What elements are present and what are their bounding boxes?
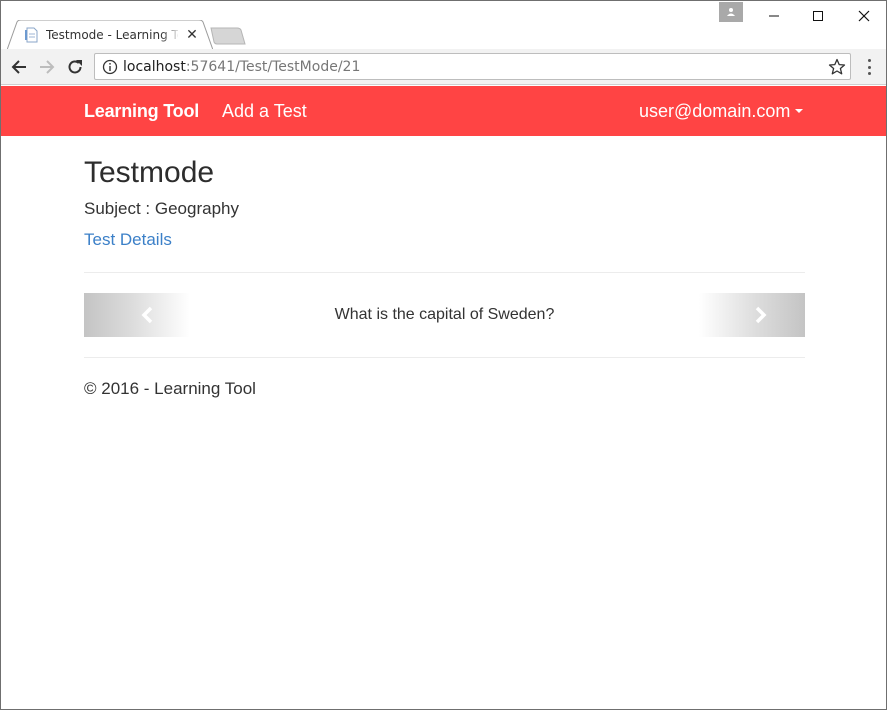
question-text: What is the capital of Sweden? [334,306,555,323]
carousel-prev-button[interactable] [84,293,190,337]
maximize-icon [813,11,823,21]
tab-strip: Testmode - Learning Tool ✕ [1,1,886,50]
caret-down-icon [795,109,804,114]
url-path: :57641/Test/TestMode/21 [185,59,361,75]
user-email: user@domain.com [639,101,791,121]
minimize-button[interactable] [751,1,797,31]
url-host: localhost [123,59,186,75]
maximize-button[interactable] [795,1,841,31]
minimize-icon [769,15,779,17]
menu-dot [867,65,871,69]
forward-button[interactable] [35,55,59,79]
subject-label: Subject : Geography [84,199,239,218]
tab-title-fade [161,25,181,45]
reload-button[interactable] [63,55,87,79]
address-bar[interactable]: localhost:57641/Test/TestMode/21 [94,53,851,80]
person-icon [727,8,735,16]
browser-toolbar: localhost:57641/Test/TestMode/21 [1,49,886,85]
bookmark-star-icon[interactable] [828,58,846,76]
chevron-left-icon [141,306,153,324]
carousel-next-button[interactable] [699,293,805,337]
browser-menu-icon[interactable] [859,57,879,77]
tab-title: Testmode - Learning Tool [46,28,178,42]
browser-window: Testmode - Learning Tool ✕ [0,0,887,710]
user-menu[interactable]: user@domain.com [639,100,804,122]
chevron-right-icon [755,306,767,324]
profile-button[interactable] [719,2,743,22]
page-viewport: Learning Tool Add a Test user@domain.com… [1,86,886,709]
divider [84,357,805,358]
footer-copyright: © 2016 - Learning Tool [84,379,256,398]
navbar-brand[interactable]: Learning Tool [84,100,199,122]
page-title: Testmode [84,156,215,189]
tab-close-icon[interactable]: ✕ [184,26,200,42]
menu-dot [867,59,871,62]
close-window-button[interactable] [841,1,886,31]
back-button[interactable] [7,55,31,79]
url-text[interactable]: localhost:57641/Test/TestMode/21 [123,59,360,75]
page-favicon-icon [25,27,38,43]
arrow-right-icon [40,60,55,74]
question-carousel: What is the capital of Sweden? [84,293,805,337]
test-details-link[interactable]: Test Details [84,229,172,251]
site-navbar: Learning Tool Add a Test user@domain.com [1,86,886,136]
info-icon[interactable] [102,59,118,75]
menu-dot [867,72,871,75]
divider [84,272,805,273]
add-test-link[interactable]: Add a Test [222,100,307,122]
close-icon [858,10,870,22]
new-tab-button[interactable] [209,27,247,45]
reload-icon [68,60,82,74]
arrow-left-icon [11,60,26,74]
